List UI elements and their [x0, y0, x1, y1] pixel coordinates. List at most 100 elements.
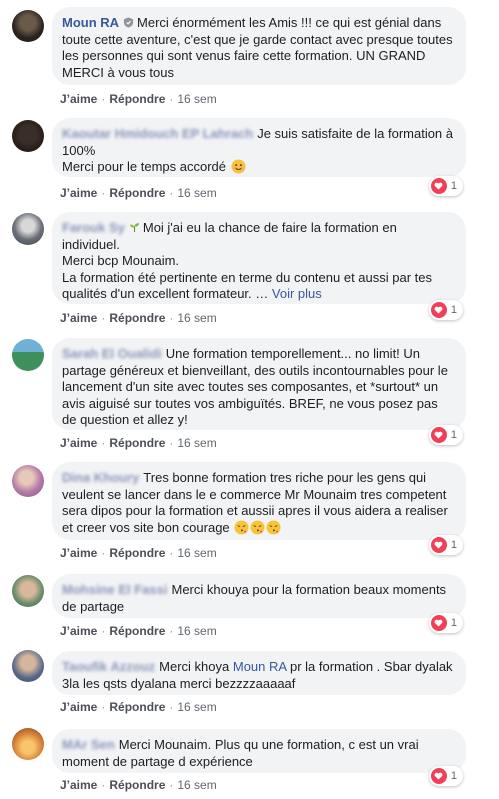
separator: · — [101, 311, 106, 325]
reply-link[interactable]: Répondre — [109, 546, 165, 560]
reaction-count: 1 — [450, 617, 457, 629]
reply-link[interactable]: Répondre — [109, 186, 165, 200]
heart-icon — [430, 768, 447, 784]
avatar[interactable] — [12, 339, 44, 371]
face-blowing-kiss-icon — [266, 519, 281, 535]
seedling-icon — [129, 223, 139, 233]
like-link[interactable]: J’aime — [60, 700, 97, 714]
comment-time[interactable]: 16 sem — [177, 700, 216, 714]
comment-text: Merci Mounaim. Plus qu une formation, c … — [62, 737, 419, 769]
comment-time[interactable]: 16 sem — [177, 92, 216, 106]
separator: · — [169, 436, 174, 450]
reply-link[interactable]: Répondre — [109, 624, 165, 638]
avatar[interactable] — [12, 465, 44, 497]
comment-bubble: Moun RA Merci énormément les Amis !!! ce … — [52, 7, 466, 85]
like-link[interactable]: J’aime — [60, 546, 97, 560]
smiling-face-icon — [231, 159, 246, 174]
comment-author[interactable]: Sarah El Oualidi — [62, 346, 162, 361]
face-blowing-kiss-icon — [250, 519, 265, 535]
comment-bubble: Taoufik Azzouz Merci khoya Moun RA pr la … — [52, 651, 466, 695]
comment-actions: J’aime · Répondre · 16 sem — [60, 546, 217, 560]
reaction-count: 1 — [450, 429, 457, 441]
like-link[interactable]: J’aime — [60, 436, 97, 450]
separator: · — [101, 186, 106, 200]
comment-bubble: MAr Sen Merci Mounaim. Plus qu une format… — [52, 729, 466, 773]
comment-text: Merci bcp Mounaim. — [62, 253, 180, 268]
comment-time[interactable]: 16 sem — [177, 186, 216, 200]
separator: · — [169, 624, 174, 638]
comment-bubble: Sarah El Oualidi Une formation temporelle… — [52, 338, 466, 430]
reply-link[interactable]: Répondre — [109, 700, 165, 714]
comment-actions: J’aime · Répondre · 16 sem — [60, 436, 217, 450]
comment-actions: J’aime · Répondre · 16 sem — [60, 311, 217, 325]
comment-author[interactable]: Kaoutar Hmidouch EP Lahrach — [62, 126, 253, 141]
heart-icon — [430, 537, 447, 553]
avatar[interactable] — [12, 575, 44, 607]
reaction-count: 1 — [450, 180, 457, 192]
reaction-count: 1 — [450, 304, 457, 316]
reaction-badge[interactable]: 1 — [428, 425, 463, 445]
separator: · — [101, 778, 106, 792]
avatar[interactable] — [12, 213, 44, 245]
comment-time[interactable]: 16 sem — [177, 436, 216, 450]
like-link[interactable]: J’aime — [60, 624, 97, 638]
heart-icon — [430, 615, 447, 631]
ellipsis: … — [251, 286, 272, 301]
comment-text: Merci énormément les Amis !!! ce qui est… — [62, 15, 453, 80]
separator: · — [169, 700, 174, 714]
separator: · — [101, 624, 106, 638]
separator: · — [101, 92, 106, 106]
separator: · — [169, 92, 174, 106]
separator: · — [169, 778, 174, 792]
reply-link[interactable]: Répondre — [109, 436, 165, 450]
comment-actions: J’aime · Répondre · 16 sem — [60, 778, 217, 792]
like-link[interactable]: J’aime — [60, 778, 97, 792]
comment-text: Merci khoya — [159, 659, 230, 674]
comment-time[interactable]: 16 sem — [177, 778, 216, 792]
separator: · — [169, 546, 174, 560]
comment-actions: J’aime · Répondre · 16 sem — [60, 624, 217, 638]
reaction-badge[interactable]: 1 — [428, 176, 463, 196]
comment-author[interactable]: MAr Sen — [62, 737, 115, 752]
avatar[interactable] — [12, 120, 44, 152]
comment-actions: J’aime · Répondre · 16 sem — [60, 92, 217, 106]
comment-bubble: Dina Khoury Tres bonne formation tres ric… — [52, 462, 466, 540]
mention-link[interactable]: Moun RA — [233, 659, 286, 674]
shield-icon — [123, 17, 134, 28]
reply-link[interactable]: Répondre — [109, 92, 165, 106]
comment-author[interactable]: Farouk Sy — [62, 220, 125, 235]
comment-author[interactable]: Mohsine El Fassi — [62, 582, 167, 597]
face-blowing-kiss-icon — [234, 519, 249, 535]
avatar[interactable] — [12, 728, 44, 760]
separator: · — [101, 546, 106, 560]
avatar[interactable] — [12, 10, 44, 42]
comment-actions: J’aime · Répondre · 16 sem — [60, 700, 217, 714]
reaction-badge[interactable]: 1 — [428, 766, 463, 786]
reaction-badge[interactable]: 1 — [428, 535, 463, 555]
reaction-badge[interactable]: 1 — [428, 300, 463, 320]
separator: · — [101, 700, 106, 714]
reaction-badge[interactable]: 1 — [428, 613, 463, 633]
heart-icon — [430, 302, 447, 318]
see-more-link[interactable]: Voir plus — [272, 286, 322, 301]
reply-link[interactable]: Répondre — [109, 311, 165, 325]
comment-bubble: Mohsine El Fassi Merci khouya pour la for… — [52, 574, 466, 618]
comment-author[interactable]: Taoufik Azzouz — [62, 659, 155, 674]
comment-time[interactable]: 16 sem — [177, 546, 216, 560]
like-link[interactable]: J’aime — [60, 186, 97, 200]
separator: · — [101, 436, 106, 450]
comment-author[interactable]: Moun RA — [62, 15, 119, 30]
reaction-count: 1 — [450, 770, 457, 782]
reaction-count: 1 — [450, 539, 457, 551]
like-link[interactable]: J’aime — [60, 92, 97, 106]
comment-author[interactable]: Dina Khoury — [62, 470, 139, 485]
comment-time[interactable]: 16 sem — [177, 624, 216, 638]
comment-text: Merci pour le temps accordé — [62, 159, 227, 174]
comment-text: La formation été pertinente en terme du … — [62, 269, 433, 302]
reply-link[interactable]: Répondre — [109, 778, 165, 792]
comment-actions: J’aime · Répondre · 16 sem — [60, 186, 217, 200]
like-link[interactable]: J’aime — [60, 311, 97, 325]
avatar[interactable] — [12, 650, 44, 682]
comment-time[interactable]: 16 sem — [177, 311, 216, 325]
heart-icon — [430, 178, 447, 194]
